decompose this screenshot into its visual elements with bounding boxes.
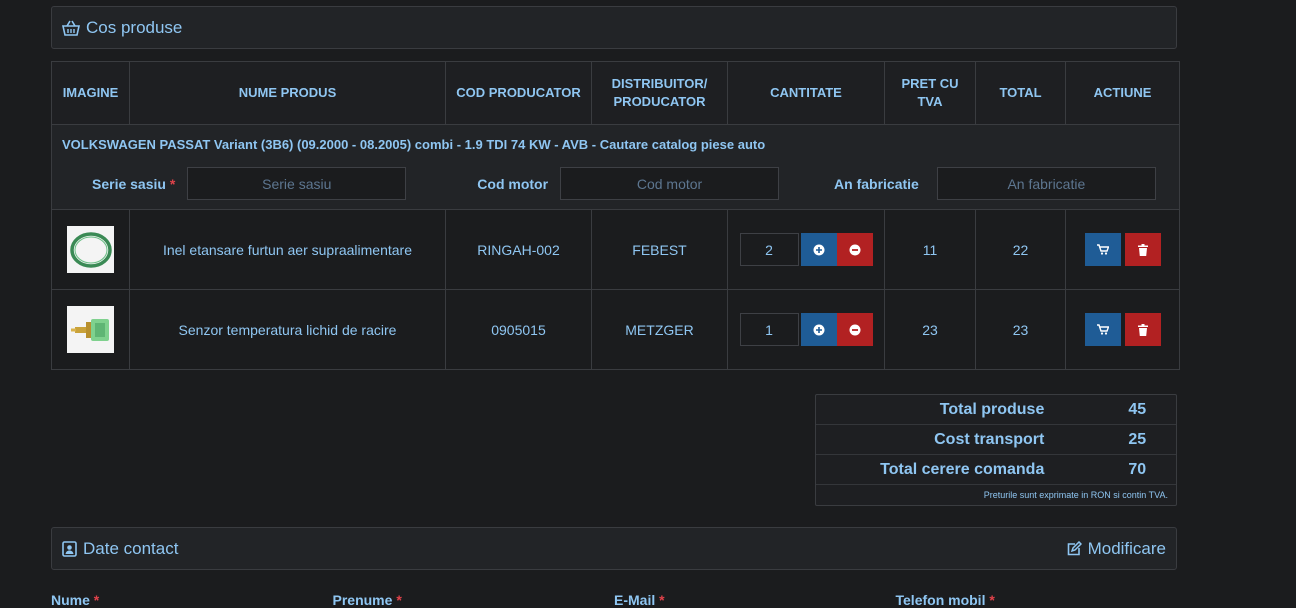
table-header-row: IMAGINE NUME PRODUS COD PRODUCATOR DISTR… [51, 61, 1180, 125]
summary-note: Preturile sunt exprimate in RON si conti… [983, 490, 1168, 500]
summary-value: 70 [1128, 460, 1147, 478]
add-to-cart-button[interactable] [1084, 313, 1121, 346]
col-price: PRET CU TVA [884, 61, 976, 125]
decrease-quantity-button[interactable] [836, 233, 873, 266]
summary-row-products: Total produse 45 [816, 395, 1176, 425]
engine-code-label: Cod motor [477, 175, 549, 192]
col-price-label: PRET CU TVA [901, 76, 959, 109]
col-product-name: NUME PRODUS [129, 61, 446, 125]
product-name[interactable]: Inel etansare furtun aer supraalimentare [129, 209, 446, 290]
contact-title: Date contact [83, 538, 179, 558]
quantity-input[interactable] [739, 313, 799, 346]
summary-label: Total produse [939, 400, 1045, 418]
vehicle-cell: VOLKSWAGEN PASSAT Variant (3B6) (09.2000… [51, 124, 1180, 210]
cart-icon [1096, 244, 1109, 255]
brand: METZGER [591, 289, 728, 370]
summary-row-grand-total: Total cerere comanda 70 [816, 455, 1176, 485]
col-total: TOTAL [975, 61, 1066, 125]
trash-icon [1137, 243, 1148, 256]
vehicle-fields: Serie sasiu * Cod motor An fabricatie [52, 159, 1179, 209]
edit-contact-label: Modificare [1087, 538, 1166, 558]
table-row: Senzor temperatura lichid de racire 0905… [51, 289, 1180, 370]
row-actions [1067, 233, 1178, 266]
vehicle-title: VOLKSWAGEN PASSAT Variant (3B6) (09.2000… [62, 136, 766, 152]
trash-icon [1137, 323, 1148, 336]
col-distributor-label: DISTRIBUITOR/ PRODUCATOR [611, 76, 708, 109]
delete-item-button[interactable] [1124, 313, 1161, 346]
increase-quantity-button[interactable] [800, 313, 837, 346]
plus-circle-icon [813, 244, 824, 255]
quantity-cell [727, 289, 885, 370]
col-image: IMAGINE [51, 61, 130, 125]
summary-value: 45 [1128, 400, 1147, 418]
plus-circle-icon [813, 324, 824, 335]
chassis-label: Serie sasiu * [92, 176, 175, 192]
chassis-field: Serie sasiu * [92, 167, 407, 200]
add-to-cart-button[interactable] [1084, 233, 1121, 266]
unit-price: 11 [884, 209, 976, 290]
chassis-label-text: Serie sasiu [92, 175, 166, 192]
line-total: 22 [975, 209, 1066, 290]
table-row: Inel etansare furtun aer supraalimentare… [51, 209, 1180, 290]
basket-icon [62, 20, 80, 36]
actions-cell [1065, 209, 1180, 290]
vehicle-row: VOLKSWAGEN PASSAT Variant (3B6) (09.2000… [51, 124, 1180, 210]
cart-icon [1096, 324, 1109, 335]
o-ring-icon[interactable] [67, 226, 114, 273]
col-actions: ACTIUNE [1065, 61, 1180, 125]
col-quantity: CANTITATE [727, 61, 885, 125]
minus-circle-icon [849, 244, 860, 255]
summary-label: Cost transport [934, 430, 1045, 448]
engine-code-input[interactable] [560, 167, 780, 200]
increase-quantity-button[interactable] [800, 233, 837, 266]
delete-item-button[interactable] [1124, 233, 1161, 266]
producer-code: RINGAH-002 [445, 209, 592, 290]
chassis-input[interactable] [187, 167, 407, 200]
decrease-quantity-button[interactable] [836, 313, 873, 346]
product-image-cell [51, 289, 130, 370]
year-label: An fabricatie [834, 175, 919, 192]
row-actions [1067, 313, 1178, 346]
col-distributor: DISTRIBUITOR/ PRODUCATOR [591, 61, 728, 125]
quantity-input[interactable] [739, 233, 799, 266]
producer-code: 0905015 [445, 289, 592, 370]
summary-label: Total cerere comanda [880, 460, 1045, 478]
line-total: 23 [975, 289, 1066, 370]
summary-value: 25 [1128, 430, 1147, 448]
quantity-stepper [729, 313, 883, 346]
minus-circle-icon [849, 324, 860, 335]
edit-contact-button[interactable]: Modificare [1066, 539, 1166, 559]
contact-panel-header: Date contact Modificare [51, 527, 1177, 570]
cart-table: IMAGINE NUME PRODUS COD PRODUCATOR DISTR… [51, 61, 1180, 370]
summary-row-shipping: Cost transport 25 [816, 425, 1176, 455]
edit-icon [1066, 540, 1082, 557]
contact-card-icon [62, 540, 77, 557]
cart-title: Cos produse [86, 17, 183, 37]
product-name[interactable]: Senzor temperatura lichid de racire [129, 289, 446, 370]
col-producer-code: COD PRODUCATOR [445, 61, 592, 125]
product-image-cell [51, 209, 130, 290]
year-field: An fabricatie [834, 167, 1156, 200]
unit-price: 23 [884, 289, 976, 370]
order-summary: Total produse 45 Cost transport 25 Total… [815, 394, 1177, 506]
actions-cell [1065, 289, 1180, 370]
temperature-sensor-icon[interactable] [67, 306, 114, 353]
required-marker: * [169, 175, 176, 192]
quantity-cell [727, 209, 885, 290]
cart-panel-header: Cos produse [51, 6, 1177, 49]
engine-code-field: Cod motor [477, 167, 780, 200]
brand: FEBEST [591, 209, 728, 290]
year-input[interactable] [936, 167, 1156, 200]
quantity-stepper [729, 233, 883, 266]
